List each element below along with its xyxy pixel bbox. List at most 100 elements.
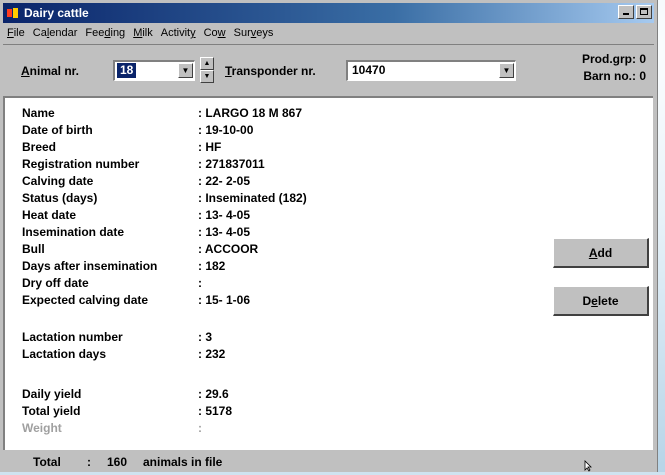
title-bar[interactable]: Dairy cattle (3, 3, 654, 23)
menu-calendar-label-rest: endar (49, 27, 78, 39)
detail-label: Lactation days (22, 347, 107, 361)
animal-dropdown-button[interactable]: ▼ (178, 63, 193, 78)
detail-row: Status (days) : Inseminated (182) (22, 190, 307, 207)
detail-row: Days after insemination: 182 (22, 258, 225, 275)
animal-nr-label: Animal nr. (21, 64, 79, 78)
animal-count: 160 (107, 455, 128, 469)
detail-row: Heat date : 13- 4-05 (22, 207, 250, 224)
detail-label: Total yield (22, 404, 81, 418)
detail-value: : 19-10-00 (198, 123, 254, 137)
menu-activity[interactable]: Activity (157, 27, 200, 39)
dairy-cattle-window: Dairy cattle File Calendar Feeding Milk … (0, 0, 658, 472)
arrow-down-icon: ▼ (203, 73, 211, 80)
detail-row: Weight: (22, 420, 202, 437)
chevron-down-icon: ▼ (502, 66, 511, 75)
detail-label: Status (days) (22, 191, 98, 205)
transponder-nr-dropdown[interactable]: 10470 ▼ (346, 60, 516, 81)
cow-app-icon (6, 6, 20, 20)
detail-label: Lactation number (22, 330, 123, 344)
menu-milk-mnemonic: M (133, 27, 143, 39)
transponder-nr-mnemonic: T (225, 64, 232, 78)
detail-label: Heat date (22, 208, 77, 222)
detail-value: : 15- 1-06 (198, 293, 251, 307)
animal-nr-dropdown[interactable]: 18 ▼ (113, 60, 195, 81)
add-button-label: dd (597, 245, 613, 260)
transponder-nr-label-text: ransponder nr. (231, 64, 316, 78)
menu-milk[interactable]: Milk (129, 27, 157, 39)
detail-value: : ACCOOR (198, 242, 259, 256)
menu-activity-label: Activit (160, 27, 191, 39)
delete-button-label-rest: lete (597, 293, 619, 308)
menu-bar: File Calendar Feeding Milk Activity Cow … (3, 24, 654, 42)
transponder-nr-label: Transponder nr. (225, 64, 316, 78)
detail-row: Name: LARGO 18 M 867 (22, 105, 302, 122)
minimize-button[interactable] (618, 5, 634, 19)
total-label: Total (33, 455, 61, 469)
detail-value: : 3 (198, 330, 213, 344)
detail-row: Registration number : 271837011 (22, 156, 265, 173)
transponder-dropdown-button[interactable]: ▼ (499, 63, 514, 78)
menu-surveys-label-rest: eys (256, 27, 274, 39)
menu-milk-label: ilk (142, 27, 153, 39)
animal-nr-label-text: nimal nr. (29, 64, 80, 78)
animal-nr-spinner: ▲ ▼ (200, 57, 214, 85)
detail-value: : 232 (198, 347, 226, 361)
detail-value: : 13- 4-05 (198, 208, 251, 222)
delete-button-mnemonic: e (591, 293, 598, 308)
animal-nr-mnemonic: A (21, 64, 30, 78)
maximize-button[interactable] (636, 5, 652, 19)
menu-cow-label: Co (203, 27, 218, 39)
animal-details-panel: Name: LARGO 18 M 867 Date of birth : 19-1… (3, 96, 653, 450)
spin-up-button[interactable]: ▲ (200, 57, 214, 70)
window-controls (618, 5, 652, 19)
menu-file-mnemonic: F (7, 27, 14, 39)
spin-down-button[interactable]: ▼ (200, 70, 214, 83)
detail-row: Daily yield : 29.6 (22, 386, 229, 403)
detail-value: : (198, 276, 202, 290)
menu-file[interactable]: File (3, 27, 29, 39)
menu-feeding[interactable]: Feeding (81, 27, 129, 39)
detail-value: : Inseminated (182) (198, 191, 307, 205)
detail-value: : 13- 4-05 (198, 225, 251, 239)
delete-button[interactable]: De lete (553, 286, 649, 316)
detail-label: Breed (22, 140, 57, 154)
detail-value: : HF (198, 140, 222, 154)
menu-cow[interactable]: Cow (200, 27, 230, 39)
delete-button-label: D (582, 293, 592, 308)
detail-row: Total yield: 5178 (22, 403, 232, 420)
detail-label: Weight (22, 421, 62, 435)
detail-value: : 29.6 (198, 387, 229, 401)
status-footer: Total : 160 animals in file (3, 452, 653, 472)
menu-cow-mnemonic: w (217, 27, 226, 39)
detail-label: Insemination date (22, 225, 125, 239)
detail-row: Lactation number : 3 (22, 329, 212, 346)
mouse-cursor-icon (584, 460, 594, 475)
add-button[interactable]: Add (553, 238, 649, 268)
detail-row: Insemination date : 13- 4-05 (22, 224, 250, 241)
prod-grp-text: Prod.grp: 0 (581, 52, 646, 66)
detail-value: : 22- 2-05 (198, 174, 251, 188)
detail-label: Registration number (22, 157, 140, 171)
window-title: Dairy cattle (24, 6, 89, 20)
detail-label: Dry off date (22, 276, 89, 290)
detail-row: Date of birth : 19-10-00 (22, 122, 253, 139)
menu-activity-mnemonic: y (190, 27, 196, 39)
menu-file-label: ile (13, 27, 25, 39)
detail-value: : 271837011 (198, 157, 265, 171)
detail-row: Bull: ACCOOR (22, 241, 258, 258)
group-info: Prod.grp: 0 Barn no.: 0 (582, 51, 646, 85)
menu-feeding-label-rest: ing (110, 27, 126, 39)
arrow-up-icon: ▲ (203, 60, 211, 67)
detail-row: Lactation days : 232 (22, 346, 225, 363)
maximize-icon (640, 8, 648, 15)
add-button-mnemonic: A (588, 245, 598, 260)
animal-nr-value: 18 (117, 63, 137, 78)
menu-feeding-label: Fee (85, 27, 105, 39)
detail-row: Calving date: 22- 2-05 (22, 173, 250, 190)
detail-label: Date of birth (22, 123, 93, 137)
detail-label: Daily yield (22, 387, 82, 401)
detail-label: Days after insemination (22, 259, 158, 273)
menu-calendar[interactable]: Calendar (29, 27, 82, 39)
menu-surveys[interactable]: Surveys (230, 27, 278, 39)
detail-value: : LARGO 18 M 867 (198, 106, 303, 120)
